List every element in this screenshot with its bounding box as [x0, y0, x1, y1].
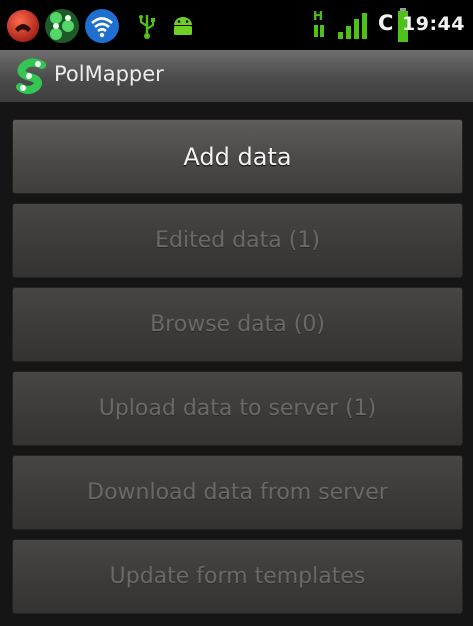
- title-bar: PolMapper: [0, 50, 473, 103]
- browse-data-button[interactable]: Browse data (0): [12, 287, 463, 362]
- update-form-templates-button[interactable]: Update form templates: [12, 539, 463, 614]
- edited-data-button[interactable]: Edited data (1): [12, 203, 463, 278]
- wifi-icon: [85, 9, 119, 43]
- upload-data-button[interactable]: Upload data to server (1): [12, 371, 463, 446]
- add-data-button[interactable]: Add data: [12, 119, 463, 194]
- download-data-button[interactable]: Download data from server: [12, 455, 463, 530]
- clock: 19:44: [402, 13, 465, 35]
- android-debug-icon: [174, 17, 192, 35]
- signal-bars-icon: [338, 13, 367, 39]
- network-type-label: H: [313, 9, 324, 23]
- carrier-indicator: C: [378, 11, 394, 35]
- h-network-icon: H: [310, 9, 330, 41]
- app-title: PolMapper: [54, 62, 164, 86]
- polmapper-notification-icon: [45, 9, 79, 43]
- usb-icon: [139, 15, 155, 39]
- polmapper-logo-icon: [16, 58, 46, 94]
- main-menu: Add data Edited data (1) Browse data (0)…: [0, 102, 473, 626]
- status-bar: H C 19:44: [0, 0, 473, 50]
- phone-icon: [7, 10, 39, 42]
